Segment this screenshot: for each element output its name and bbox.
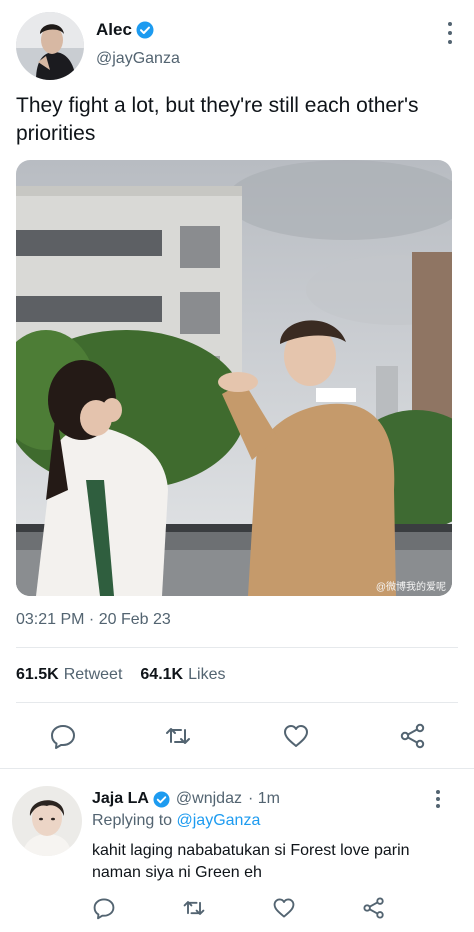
divider: [0, 768, 474, 769]
replying-to-link[interactable]: @jayGanza: [177, 812, 261, 829]
divider: [16, 647, 458, 648]
tweet-text: They fight a lot, but they're still each…: [16, 94, 419, 145]
reply-author-name[interactable]: Jaja LA: [92, 790, 149, 808]
retweet-icon[interactable]: [182, 896, 206, 920]
reply-action-bar: [0, 896, 474, 922]
reply-author-row[interactable]: Jaja LA @wnjdaz · 1m: [92, 790, 280, 808]
reply-text: kahit laging nababatukan si Forest love …: [92, 842, 410, 881]
verified-icon: [153, 790, 170, 808]
like-icon[interactable]: [282, 722, 310, 750]
author-handle[interactable]: @jayGanza: [96, 50, 180, 68]
author-name[interactable]: Alec: [96, 20, 132, 40]
more-icon[interactable]: [446, 22, 454, 44]
tweet-photo[interactable]: [16, 160, 452, 596]
reply-icon[interactable]: [92, 896, 116, 920]
like-icon[interactable]: [272, 896, 296, 920]
verified-icon: [136, 21, 154, 39]
tweet-action-bar: [0, 720, 474, 752]
author-avatar[interactable]: [16, 12, 84, 80]
reply-author-avatar[interactable]: [12, 786, 82, 856]
tweet-timestamp[interactable]: 03:21 PM · 20 Feb 23: [16, 611, 171, 629]
author-name-row[interactable]: Alec: [96, 20, 154, 40]
share-icon[interactable]: [362, 896, 386, 920]
reply-author-handle[interactable]: @wnjdaz: [176, 790, 242, 808]
retweet-icon[interactable]: [164, 722, 192, 750]
tweet-stats: 61.5K Retweet 64.1K Likes: [16, 666, 225, 684]
reply-icon[interactable]: [49, 722, 77, 750]
reply-age: · 1m: [247, 790, 280, 807]
likes-stat[interactable]: 64.1K Likes: [140, 666, 225, 684]
share-icon[interactable]: [399, 722, 427, 750]
photo-watermark: @微博我的爱呢: [375, 582, 446, 593]
retweet-stat[interactable]: 61.5K Retweet: [16, 666, 122, 684]
replying-to: Replying to @jayGanza: [92, 812, 260, 830]
more-icon[interactable]: [434, 790, 442, 808]
divider: [16, 702, 458, 703]
replying-prefix: Replying to: [92, 812, 173, 829]
